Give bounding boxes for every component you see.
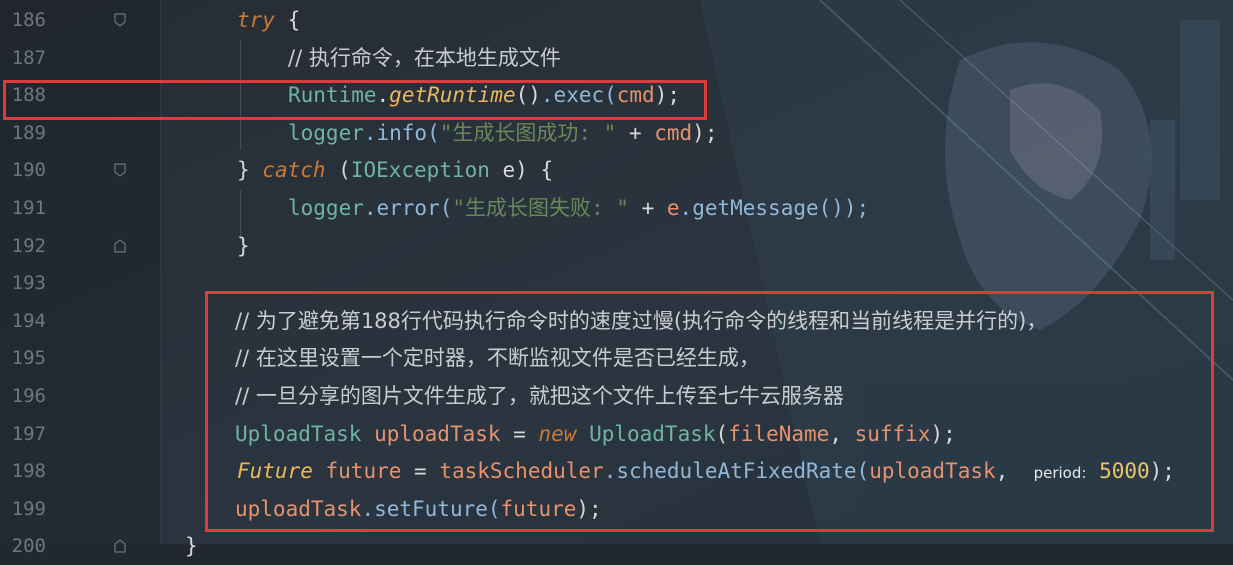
code-token: +: [628, 196, 667, 220]
line-number: 194: [11, 309, 46, 332]
line-number: 196: [11, 385, 46, 407]
code-token: .info(: [363, 120, 440, 145]
line-number: 195: [11, 347, 46, 370]
code-token: {: [274, 8, 301, 32]
code-token: e: [666, 196, 680, 220]
fold-marker-icon[interactable]: [114, 539, 126, 553]
line-number: 193: [11, 272, 46, 295]
line-number: 200: [11, 535, 46, 558]
code-token: logger: [288, 120, 364, 145]
fold-marker-icon[interactable]: [114, 163, 126, 178]
fold-marker-icon[interactable]: [114, 238, 126, 253]
code-token: logger: [288, 196, 364, 220]
code-token: catch: [262, 158, 326, 183]
code-token: (: [325, 158, 351, 183]
line-number: 190: [11, 159, 46, 182]
code-token: }: [185, 534, 198, 559]
code-token: );: [692, 120, 718, 145]
code-line[interactable]: } catch (IOException e) {: [237, 152, 553, 189]
code-token: // 执行命令，在本地生成文件: [288, 45, 561, 70]
highlight-box-lines-194-199: [205, 291, 1214, 532]
code-token: .error(: [363, 196, 453, 220]
code-line[interactable]: // 执行命令，在本地生成文件: [288, 40, 561, 77]
code-token: cmd: [654, 120, 693, 145]
code-line[interactable]: }: [237, 228, 250, 265]
line-number: 191: [11, 197, 46, 219]
code-token: }: [237, 158, 263, 183]
code-token: }: [237, 233, 250, 258]
line-number: 199: [11, 497, 46, 520]
line-number: 192: [11, 234, 46, 257]
code-token: "生成长图成功: ": [439, 120, 617, 145]
code-token: .getMessage());: [679, 196, 870, 220]
line-number: 189: [11, 121, 46, 144]
code-token: try: [237, 8, 275, 32]
line-number: 197: [11, 422, 46, 445]
fold-marker-icon[interactable]: [114, 13, 126, 27]
code-token: e) {: [489, 158, 554, 183]
line-number: 186: [11, 9, 46, 31]
code-token: +: [616, 120, 655, 145]
line-number: 187: [11, 46, 46, 69]
code-token: IOException: [350, 158, 490, 183]
code-line[interactable]: logger.error("生成长图失败: " + e.getMessage()…: [288, 190, 869, 227]
code-line[interactable]: try {: [237, 2, 300, 39]
code-line[interactable]: logger.info("生成长图成功: " + cmd);: [288, 115, 717, 152]
code-token: "生成长图失败: ": [452, 196, 629, 220]
line-number: 198: [11, 460, 46, 483]
highlight-box-line-188: [3, 80, 707, 120]
code-line[interactable]: }: [185, 528, 198, 565]
